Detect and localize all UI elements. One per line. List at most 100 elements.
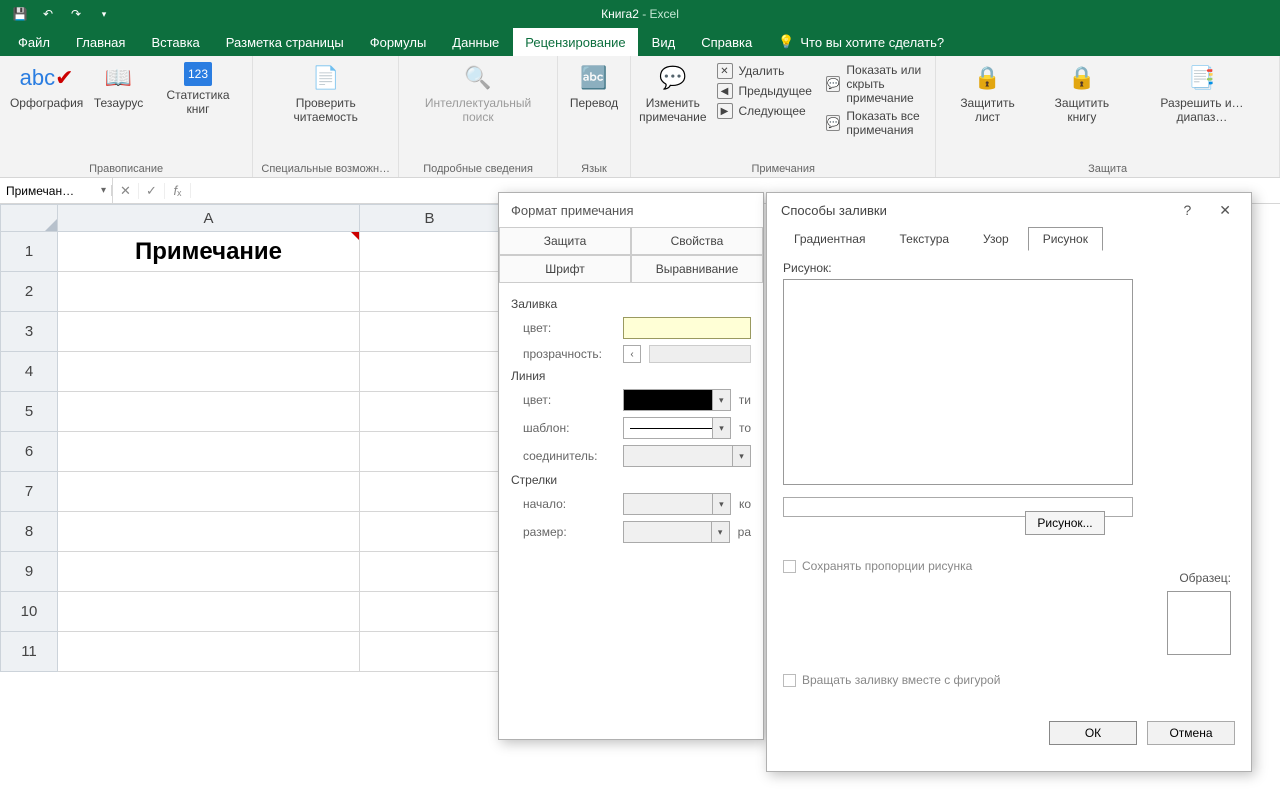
tab-picture[interactable]: Рисунок: [1028, 227, 1103, 251]
row-header-6[interactable]: 6: [0, 432, 58, 472]
tell-me-search[interactable]: 💡 Что вы хотите сделать?: [766, 28, 956, 56]
cell-A10[interactable]: [58, 592, 360, 632]
tab-pattern[interactable]: Узор: [968, 227, 1024, 251]
cell-B2[interactable]: [360, 272, 500, 312]
select-all-corner[interactable]: [0, 204, 58, 232]
fx-icon[interactable]: fₓ: [165, 183, 191, 198]
translate-button[interactable]: 🔤Перевод: [564, 60, 624, 112]
tab-file[interactable]: Файл: [6, 28, 62, 56]
redo-icon[interactable]: ↷: [64, 2, 88, 26]
namebox-dropdown-icon[interactable]: ▾: [96, 185, 112, 196]
cell-B9[interactable]: [360, 552, 500, 592]
tab-font[interactable]: Шрифт: [499, 255, 631, 283]
bulb-icon: 💡: [778, 34, 794, 50]
row-header-1[interactable]: 1: [0, 232, 58, 272]
fill-color-picker[interactable]: [623, 317, 751, 339]
cell-A6[interactable]: [58, 432, 360, 472]
spelling-button[interactable]: abc✔Орфография: [6, 60, 87, 112]
cell-A3[interactable]: [58, 312, 360, 352]
tab-view[interactable]: Вид: [640, 28, 688, 56]
cell-A8[interactable]: [58, 512, 360, 552]
tab-formulas[interactable]: Формулы: [358, 28, 439, 56]
cell-B4[interactable]: [360, 352, 500, 392]
row-header-9[interactable]: 9: [0, 552, 58, 592]
rotate-checkbox[interactable]: [783, 674, 796, 687]
cell-B8[interactable]: [360, 512, 500, 552]
protect-sheet-button[interactable]: 🔒Защитить лист: [942, 60, 1033, 127]
cell-A2[interactable]: [58, 272, 360, 312]
line-color-picker[interactable]: ▾: [623, 389, 731, 411]
cell-B1[interactable]: [360, 232, 500, 272]
cell-B3[interactable]: [360, 312, 500, 352]
help-button[interactable]: ?: [1177, 200, 1197, 220]
cell-B6[interactable]: [360, 432, 500, 472]
cell-A5[interactable]: [58, 392, 360, 432]
tab-data[interactable]: Данные: [440, 28, 511, 56]
delete-comment-button[interactable]: ✕Удалить: [715, 62, 814, 80]
col-header-A[interactable]: A: [58, 204, 360, 232]
cell-A9[interactable]: [58, 552, 360, 592]
row-header-7[interactable]: 7: [0, 472, 58, 512]
row-header-4[interactable]: 4: [0, 352, 58, 392]
row-header-10[interactable]: 10: [0, 592, 58, 632]
cell-A7[interactable]: [58, 472, 360, 512]
tab-help[interactable]: Справка: [689, 28, 764, 56]
thesaurus-button[interactable]: 📖Тезаурус: [89, 60, 148, 112]
arrow-start-picker[interactable]: ▾: [623, 493, 731, 515]
line-connector-label: соединитель:: [523, 449, 615, 463]
line-connector-picker[interactable]: ▾: [623, 445, 751, 467]
qat-customize-icon[interactable]: ▾: [92, 2, 116, 26]
keep-aspect-checkbox[interactable]: [783, 560, 796, 573]
tab-properties[interactable]: Свойства: [631, 227, 763, 255]
cell-B11[interactable]: [360, 632, 500, 672]
line-color-label: цвет:: [523, 393, 615, 407]
show-all-comments-button[interactable]: 💬Показать все примечания: [824, 108, 925, 138]
name-box[interactable]: [0, 178, 96, 203]
tab-gradient[interactable]: Градиентная: [779, 227, 880, 251]
prev-icon: ◀: [717, 83, 733, 99]
rotate-label: Вращать заливку вместе с фигурой: [802, 673, 1000, 687]
workbook-stats-button[interactable]: 123Статистика книг: [150, 60, 246, 119]
undo-icon[interactable]: ↶: [36, 2, 60, 26]
cancel-button[interactable]: Отмена: [1147, 721, 1235, 745]
transparency-slider[interactable]: [649, 345, 751, 363]
row-header-8[interactable]: 8: [0, 512, 58, 552]
tab-review[interactable]: Рецензирование: [513, 28, 637, 56]
close-button[interactable]: ✕: [1213, 200, 1237, 221]
cell-A4[interactable]: [58, 352, 360, 392]
arrow-size-picker[interactable]: ▾: [623, 521, 730, 543]
edit-comment-button[interactable]: 💬Изменить примечание: [637, 60, 708, 127]
tab-insert[interactable]: Вставка: [139, 28, 211, 56]
cell-B7[interactable]: [360, 472, 500, 512]
protect-workbook-button[interactable]: 🔒Защитить книгу: [1035, 60, 1129, 127]
cell-B5[interactable]: [360, 392, 500, 432]
cell-A1[interactable]: Примечание: [58, 232, 360, 272]
row-header-3[interactable]: 3: [0, 312, 58, 352]
cancel-edit-icon[interactable]: ✕: [113, 183, 139, 199]
allow-edit-ranges-button[interactable]: 📑Разрешить и… диапаз…: [1131, 60, 1273, 127]
row-header-5[interactable]: 5: [0, 392, 58, 432]
col-header-B[interactable]: B: [360, 204, 500, 232]
row-header-11[interactable]: 11: [0, 632, 58, 672]
row-header-2[interactable]: 2: [0, 272, 58, 312]
confirm-edit-icon[interactable]: ✓: [139, 183, 165, 199]
ok-button[interactable]: ОК: [1049, 721, 1137, 745]
cell-A11[interactable]: [58, 632, 360, 672]
tab-home[interactable]: Главная: [64, 28, 137, 56]
format-comment-title: Формат примечания: [499, 193, 763, 227]
check-accessibility-button[interactable]: 📄Проверить читаемость: [259, 60, 392, 127]
toggle-comment-button[interactable]: 💬Показать или скрыть примечание: [824, 62, 925, 106]
prev-comment-button[interactable]: ◀Предыдущее: [715, 82, 814, 100]
cell-B10[interactable]: [360, 592, 500, 632]
tab-pagelayout[interactable]: Разметка страницы: [214, 28, 356, 56]
next-comment-button[interactable]: ▶Следующее: [715, 102, 814, 120]
chevron-down-icon: ▾: [711, 522, 729, 542]
tab-alignment[interactable]: Выравнивание: [631, 255, 763, 283]
transparency-decrease[interactable]: ‹: [623, 345, 641, 363]
tab-texture[interactable]: Текстура: [884, 227, 964, 251]
line-template-picker[interactable]: ▾: [623, 417, 731, 439]
tab-protection[interactable]: Защита: [499, 227, 631, 255]
select-picture-button[interactable]: Рисунок...: [1025, 511, 1105, 535]
toggle-icon: 💬: [826, 76, 840, 92]
save-icon[interactable]: 💾: [8, 2, 32, 26]
